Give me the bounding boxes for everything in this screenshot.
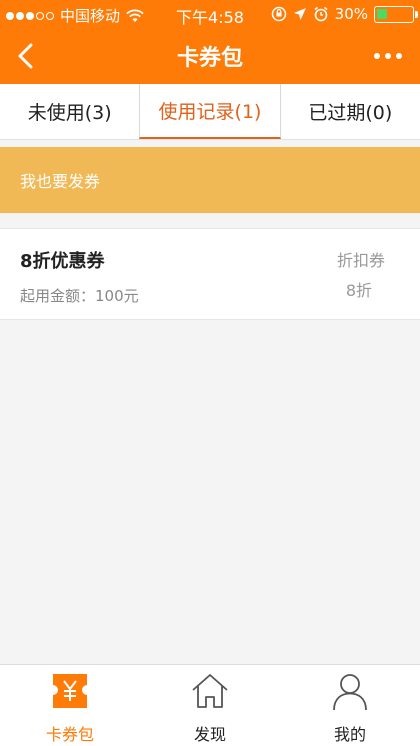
tabbar-label-discover: 发现 bbox=[193, 725, 226, 744]
location-arrow-icon bbox=[293, 8, 306, 20]
coupon-card[interactable]: 8折优惠券 起用金额：100元 折扣券 8折 bbox=[0, 228, 420, 320]
coupon-type: 折扣券 bbox=[336, 251, 385, 270]
bottom-tab-bar: 卡券包 发现 我的 bbox=[0, 664, 420, 746]
person-icon bbox=[333, 674, 367, 711]
tabbar-label-profile: 我的 bbox=[333, 725, 366, 744]
tab-expired[interactable]: 已过期(0) bbox=[281, 84, 420, 139]
status-right: 30% bbox=[271, 5, 418, 23]
battery-level-fill bbox=[377, 8, 387, 19]
coupon-tabs: 未使用(3) 使用记录(1) 已过期(0) bbox=[0, 84, 420, 140]
issue-coupon-label: 我也要发券 bbox=[20, 172, 101, 191]
alarm-clock-icon bbox=[314, 6, 328, 22]
tab-unused[interactable]: 未使用(3) bbox=[0, 84, 139, 139]
coupon-yen-icon bbox=[53, 674, 87, 708]
coupon-title: 8折优惠券 bbox=[20, 251, 105, 272]
nav-bar: 卡券包 bbox=[0, 28, 420, 84]
coupon-min-amount: 起用金额：100元 bbox=[20, 287, 139, 305]
issue-coupon-banner[interactable]: 我也要发券 bbox=[0, 147, 420, 213]
more-dots-icon bbox=[374, 53, 380, 59]
tabbar-item-profile[interactable]: 我的 bbox=[280, 665, 420, 746]
status-bar: 中国移动 下午4:58 30% bbox=[0, 0, 420, 28]
header: 中国移动 下午4:58 30% 卡券包 bbox=[0, 0, 420, 84]
coupon-discount: 8折 bbox=[345, 281, 372, 300]
tabbar-label-coupons: 卡券包 bbox=[45, 725, 94, 744]
home-icon bbox=[192, 674, 228, 708]
tabbar-item-discover[interactable]: 发现 bbox=[140, 665, 280, 746]
tabbar-item-coupons[interactable]: 卡券包 bbox=[0, 665, 140, 746]
battery-percent: 30% bbox=[334, 5, 368, 23]
more-options-button[interactable] bbox=[366, 38, 410, 74]
page-title: 卡券包 bbox=[176, 46, 243, 71]
rotation-lock-icon bbox=[271, 6, 286, 22]
tab-usage-records[interactable]: 使用记录(1) bbox=[139, 84, 281, 139]
battery-icon bbox=[374, 5, 418, 23]
